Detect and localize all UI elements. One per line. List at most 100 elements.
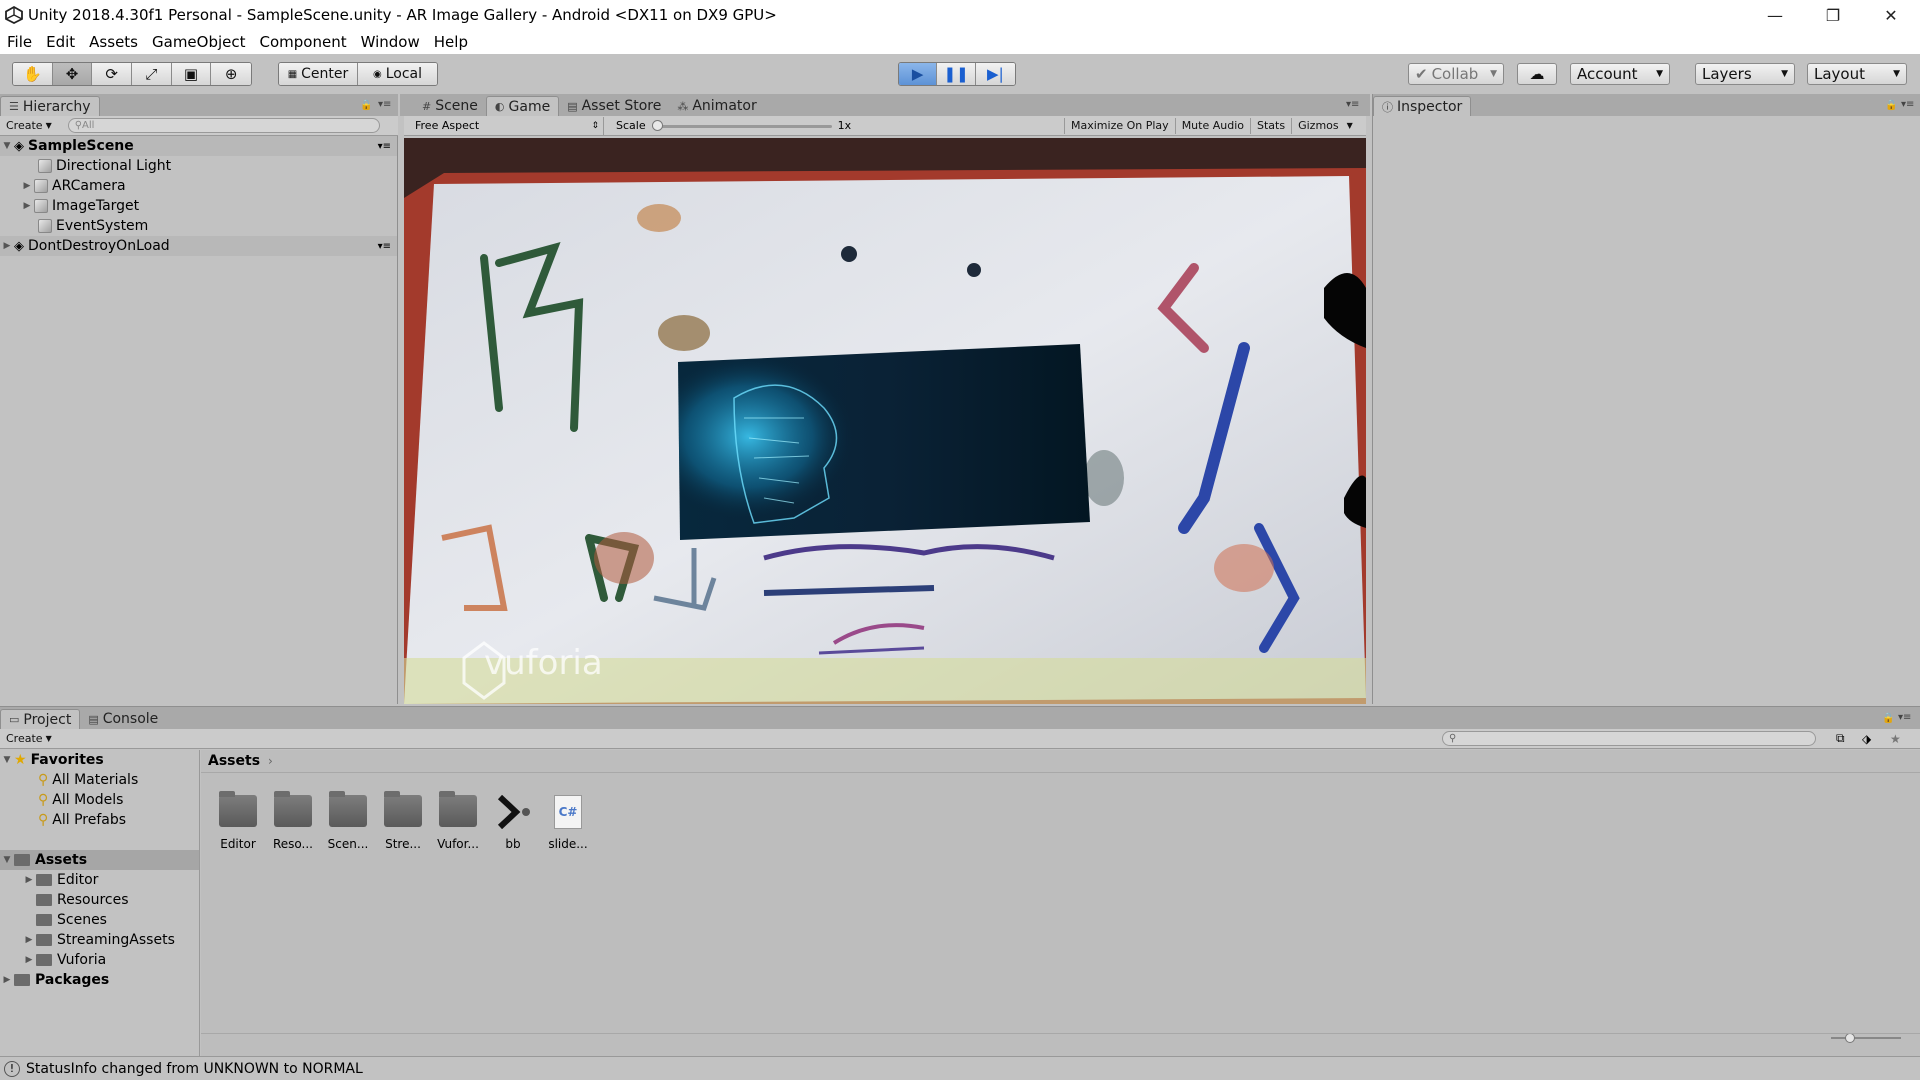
menu-window[interactable]: Window — [354, 33, 427, 51]
pivot-center-button[interactable]: ▦ Center — [279, 63, 358, 85]
hierarchy-item[interactable]: ▶ ARCamera — [0, 176, 126, 196]
tab-project[interactable]: ▭ Project — [0, 709, 81, 729]
info-icon: ⓘ — [1382, 100, 1393, 114]
tab-game[interactable]: ◐ Game — [485, 96, 560, 116]
hand-tool-button[interactable]: ✋ — [13, 63, 53, 85]
gizmos-dropdown[interactable]: Gizmos ▼ — [1292, 118, 1359, 134]
asset-zoom-slider[interactable] — [1831, 1033, 1901, 1043]
stats-toggle[interactable]: Stats — [1251, 117, 1293, 134]
cloud-button[interactable]: ☁ — [1517, 63, 1557, 85]
scale-slider-thumb[interactable] — [651, 119, 663, 131]
rect-tool-button[interactable]: ▣ — [171, 63, 212, 85]
play-button[interactable]: ▶ — [899, 63, 938, 85]
tab-inspector[interactable]: ⓘ Inspector — [1373, 96, 1472, 116]
collapsed-triangle-icon[interactable]: ▶ — [22, 875, 36, 885]
asset-tile-prefab[interactable]: bb — [486, 794, 540, 851]
asset-tile-folder[interactable]: Editor — [211, 791, 265, 851]
assets-row[interactable]: ▼ Assets — [0, 850, 199, 870]
hierarchy-item[interactable]: EventSystem — [0, 216, 148, 236]
breadcrumb-assets[interactable]: Assets — [208, 753, 260, 769]
folder-row[interactable]: ▶ Editor — [0, 870, 99, 890]
lock-icon[interactable]: 🔒 — [360, 100, 372, 111]
favorite-star-icon[interactable]: ★ — [1890, 732, 1901, 746]
hierarchy-item[interactable]: Directional Light — [0, 156, 171, 176]
collab-dropdown[interactable]: ✔ Collab ▼ — [1408, 63, 1504, 85]
folder-row[interactable]: Scenes — [0, 910, 107, 930]
collapsed-triangle-icon[interactable]: ▶ — [22, 955, 36, 965]
collapsed-triangle-icon[interactable]: ▶ — [20, 181, 34, 191]
game-view-viewport[interactable]: vuforia — [404, 138, 1366, 704]
project-search-input[interactable]: ⚲ — [1442, 731, 1816, 746]
status-bar[interactable]: ! StatusInfo changed from UNKNOWN to NOR… — [0, 1056, 1920, 1080]
layout-dropdown[interactable]: Layout ▼ — [1807, 63, 1907, 85]
lock-icon[interactable]: 🔒 — [1882, 713, 1894, 724]
tab-animator[interactable]: ⁂ Animator — [669, 96, 764, 116]
filter-type-icon[interactable]: ⧉ — [1836, 731, 1845, 746]
move-tool-button[interactable]: ✥ — [52, 63, 93, 85]
expanded-triangle-icon[interactable]: ▼ — [0, 141, 14, 151]
tab-console[interactable]: ▤ Console — [80, 709, 166, 729]
pivot-icon: ▦ — [287, 68, 298, 80]
asset-tile-folder[interactable]: Stre... — [376, 791, 430, 851]
menu-component[interactable]: Component — [253, 33, 354, 51]
expanded-triangle-icon[interactable]: ▼ — [0, 755, 14, 765]
favorites-row[interactable]: ▼ ★ Favorites — [0, 750, 104, 770]
rotate-tool-button[interactable]: ⟳ — [92, 63, 133, 85]
expanded-triangle-icon[interactable]: ▼ — [0, 855, 14, 865]
panel-menu-icon[interactable]: ▾≡ — [1346, 99, 1359, 110]
scene-row-samplescene[interactable]: ▼ ◈ SampleScene ▾≡ — [0, 136, 397, 156]
folder-row[interactable]: Resources — [0, 890, 129, 910]
maximize-on-play-toggle[interactable]: Maximize On Play — [1064, 117, 1176, 134]
window-titlebar: Unity 2018.4.30f1 Personal - SampleScene… — [0, 0, 1920, 30]
hierarchy-create-button[interactable]: Create ▼ — [0, 118, 58, 134]
favorite-item[interactable]: ⚲ All Prefabs — [0, 810, 126, 830]
menu-file[interactable]: File — [0, 33, 39, 51]
menu-edit[interactable]: Edit — [39, 33, 82, 51]
maximize-button[interactable]: ❐ — [1804, 0, 1862, 30]
menu-assets[interactable]: Assets — [82, 33, 145, 51]
hierarchy-search-input[interactable]: ⚲ All — [67, 118, 380, 133]
collapsed-triangle-icon[interactable]: ▶ — [0, 241, 14, 251]
filter-label-icon[interactable]: ⬗ — [1862, 732, 1871, 746]
scene-row-dontdestroyonload[interactable]: ▶ ◈ DontDestroyOnLoad ▾≡ — [0, 236, 397, 256]
scale-tool-button[interactable]: ⤢ — [132, 63, 172, 85]
asset-tile-folder[interactable]: Scen... — [321, 791, 375, 851]
collapsed-triangle-icon[interactable]: ▶ — [20, 201, 34, 211]
panel-menu-icon[interactable]: ▾≡ — [1898, 712, 1911, 723]
search-icon: ⚲ — [1449, 733, 1457, 744]
close-button[interactable]: ✕ — [1862, 0, 1920, 30]
tab-hierarchy[interactable]: ☰ Hierarchy — [0, 96, 100, 116]
asset-tile-script[interactable]: C# slide... — [541, 795, 595, 851]
hierarchy-item[interactable]: ▶ ImageTarget — [0, 196, 140, 216]
packages-row[interactable]: ▶ Packages — [0, 970, 110, 990]
folder-row[interactable]: ▶ Vuforia — [0, 950, 107, 970]
transform-tool-button[interactable]: ⊕ — [211, 63, 251, 85]
asset-zoom-thumb[interactable] — [1845, 1033, 1855, 1043]
tab-scene[interactable]: # Scene — [414, 96, 486, 116]
scene-menu-icon[interactable]: ▾≡ — [378, 241, 391, 252]
mute-audio-toggle[interactable]: Mute Audio — [1176, 117, 1251, 134]
step-button[interactable]: ▶| — [975, 63, 1015, 85]
asset-tile-folder[interactable]: Reso... — [266, 791, 320, 851]
scene-menu-icon[interactable]: ▾≡ — [378, 141, 391, 152]
aspect-dropdown[interactable]: Free Aspect ⇕ — [404, 116, 604, 135]
asset-tile-folder[interactable]: Vufor... — [431, 791, 485, 851]
panel-menu-icon[interactable]: ▾≡ — [1901, 99, 1914, 110]
pivot-local-button[interactable]: ◉ Local — [358, 63, 437, 85]
folder-row[interactable]: ▶ StreamingAssets — [0, 930, 175, 950]
collapsed-triangle-icon[interactable]: ▶ — [22, 935, 36, 945]
collapsed-triangle-icon[interactable]: ▶ — [0, 975, 14, 985]
pause-button[interactable]: ❚❚ — [937, 63, 976, 85]
favorite-item[interactable]: ⚲ All Models — [0, 790, 123, 810]
menu-gameobject[interactable]: GameObject — [145, 33, 253, 51]
lock-icon[interactable]: 🔒 — [1885, 100, 1897, 111]
tab-asset-store[interactable]: ▤ Asset Store — [559, 96, 669, 116]
project-create-button[interactable]: Create ▼ — [0, 731, 58, 747]
menu-help[interactable]: Help — [427, 33, 475, 51]
panel-menu-icon[interactable]: ▾≡ — [378, 99, 391, 110]
layers-dropdown[interactable]: Layers ▼ — [1695, 63, 1795, 85]
account-dropdown[interactable]: Account ▼ — [1570, 63, 1670, 85]
minimize-button[interactable]: — — [1746, 0, 1804, 30]
scale-slider[interactable] — [651, 119, 832, 132]
favorite-item[interactable]: ⚲ All Materials — [0, 770, 138, 790]
